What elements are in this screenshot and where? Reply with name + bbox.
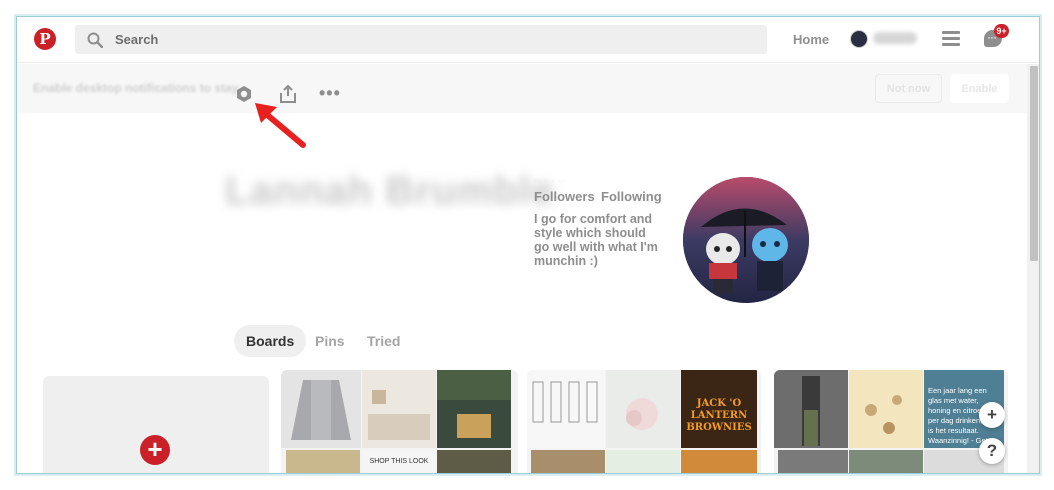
board-cover-image [527, 370, 605, 448]
home-link[interactable]: Home [793, 32, 829, 47]
board-thumb-image [437, 450, 511, 473]
tab-tried[interactable]: Tried [367, 325, 400, 357]
tab-pins[interactable]: Pins [315, 325, 345, 357]
board-thumb-image [681, 450, 757, 473]
scrollbar-thumb[interactable] [1030, 66, 1038, 261]
top-nav: P Search Home 9+ [17, 17, 1039, 63]
board-cover-image [774, 370, 848, 448]
search-placeholder: Search [115, 32, 159, 47]
board-thumb-image [286, 450, 360, 473]
following-link[interactable]: Following [601, 189, 662, 204]
user-name-link[interactable] [873, 32, 917, 44]
not-now-button[interactable]: Not now [875, 74, 942, 103]
board-thumb-image [362, 370, 436, 448]
profile-avatar[interactable] [683, 177, 809, 303]
profile-name: Lannah Brumble [225, 169, 555, 213]
settings-hexagon-icon[interactable] [235, 85, 253, 103]
board-thumb-image [606, 370, 680, 448]
create-board-card[interactable]: + [43, 376, 269, 473]
help-fab-button[interactable]: ? [979, 438, 1005, 464]
browser-window: P Search Home 9+ Enable desktop notifica… [16, 16, 1040, 474]
add-fab-button[interactable]: + [979, 402, 1005, 428]
menu-icon[interactable] [942, 31, 960, 47]
search-input[interactable]: Search [75, 25, 767, 54]
board-thumb-image [606, 450, 680, 473]
followers-link[interactable]: Followers [534, 189, 595, 204]
board-thumb-image [531, 450, 605, 473]
board-thumb-image [437, 370, 511, 448]
more-options-icon[interactable]: ••• [319, 84, 341, 102]
scrollbar[interactable] [1027, 64, 1039, 473]
board-card[interactable]: JACK 'O LANTERN BROWNIES [527, 370, 761, 473]
annotation-arrow-icon [255, 103, 306, 148]
board-thumb-image [849, 450, 923, 473]
notification-message: Enable desktop notifications to stay [33, 81, 239, 95]
board-thumb-image [778, 450, 848, 473]
avatar-illustration-icon [683, 177, 809, 303]
board-thumb-image [849, 370, 923, 448]
board-thumb-caption: SHOP THIS LOOK [362, 450, 436, 473]
search-icon [87, 32, 103, 48]
board-cover-image [281, 370, 361, 448]
board-card[interactable]: SHOP THIS LOOK [281, 370, 518, 473]
notification-bar: Enable desktop notifications to stay •••… [17, 64, 1027, 113]
profile-counts: ·· · · ·· [534, 175, 566, 187]
board-thumb-title: JACK 'O LANTERN BROWNIES [681, 370, 757, 448]
profile-bio: I go for comfort and style which should … [534, 212, 658, 268]
pinterest-logo-icon[interactable]: P [34, 28, 56, 50]
tab-boards[interactable]: Boards [234, 325, 307, 357]
notification-badge: 9+ [994, 24, 1009, 38]
user-avatar[interactable] [850, 30, 868, 48]
add-board-icon[interactable]: + [140, 435, 170, 465]
enable-button[interactable]: Enable [950, 74, 1009, 103]
